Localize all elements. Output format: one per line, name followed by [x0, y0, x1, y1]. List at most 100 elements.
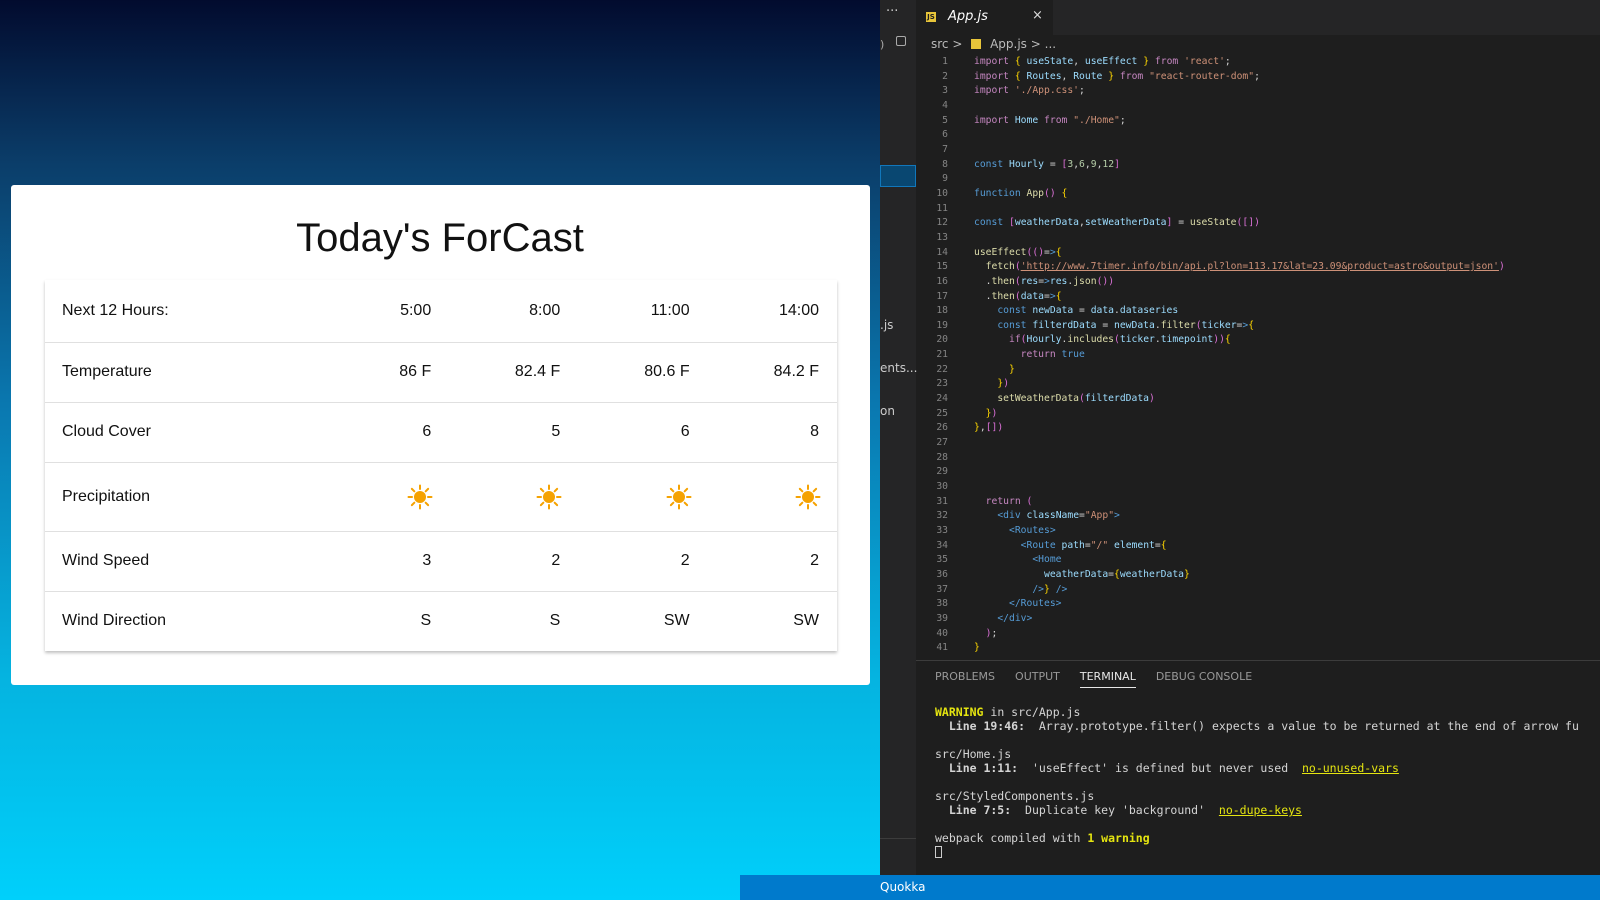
code-line[interactable]: 25 }) — [916, 407, 1600, 422]
code-line[interactable]: 2 import { Routes, Route } from "react-ro… — [916, 70, 1600, 85]
code-line[interactable]: 3 import './App.css'; — [916, 84, 1600, 99]
code-line[interactable]: 27 — [916, 436, 1600, 451]
code-text: <Route path="/" element={ — [1020, 539, 1167, 551]
breadcrumb-more[interactable]: ... — [1045, 37, 1056, 51]
code-line[interactable]: 23 }) — [916, 377, 1600, 392]
table-cell: SW — [663, 612, 690, 630]
code-line[interactable]: 20 if(Hourly.includes(ticker.timepoint))… — [916, 333, 1600, 348]
code-line[interactable]: 36 weatherData={weatherData} — [916, 568, 1600, 583]
compile-status: webpack compiled with — [935, 831, 1088, 845]
line-number: 31 — [936, 495, 948, 507]
code-line[interactable]: 16 .then(res=>res.json()) — [916, 275, 1600, 290]
code-line[interactable]: 28 — [916, 451, 1600, 466]
code-line[interactable]: 12 const [weatherData,setWeatherData] = u… — [916, 216, 1600, 231]
code-line[interactable]: 41} — [916, 641, 1600, 656]
line-number: 38 — [936, 598, 948, 610]
sun-icon — [407, 484, 433, 510]
code-line[interactable]: 31 return ( — [916, 495, 1600, 510]
warning-location: Line 7:5: — [935, 803, 1012, 817]
line-number: 13 — [936, 231, 948, 243]
code-line[interactable]: 1 import { useState, useEffect } from 're… — [916, 55, 1600, 70]
code-line[interactable]: 10 function App() { — [916, 187, 1600, 202]
time-cell: 8:00 — [431, 280, 561, 343]
code-line[interactable]: 11 — [916, 202, 1600, 217]
compile-warning-count: 1 warning — [1087, 831, 1150, 845]
code-line[interactable]: 17 .then(data=>{ — [916, 290, 1600, 305]
lint-rule-link[interactable]: no-unused-vars — [1302, 761, 1399, 775]
table-cell: 3 — [302, 531, 432, 592]
status-bar: Quokka — [740, 875, 1600, 900]
code-line[interactable]: 38 </Routes> — [916, 597, 1600, 612]
warning-message: 'useEffect' is defined but never used — [1018, 761, 1302, 775]
more-actions-icon[interactable]: ··· — [886, 4, 898, 19]
code-area[interactable]: 1 import { useState, useEffect } from 're… — [916, 55, 1600, 656]
line-number: 19 — [936, 319, 948, 331]
code-line[interactable]: 37 />} /> — [916, 583, 1600, 598]
explorer-item-js[interactable]: .js — [880, 318, 893, 332]
code-line[interactable]: 4 — [916, 99, 1600, 114]
refresh-icon[interactable]: ) — [880, 38, 884, 51]
code-line[interactable]: 33 <Routes> — [916, 524, 1600, 539]
line-number: 7 — [942, 143, 948, 155]
explorer-item-json[interactable]: on — [880, 404, 895, 418]
code-line[interactable]: 34 <Route path="/" element={ — [916, 539, 1600, 554]
tab-bar: JS App.js × — [916, 0, 1600, 35]
code-line[interactable]: 5 import Home from "./Home"; — [916, 114, 1600, 129]
code-line[interactable]: 24 setWeatherData(filterdData) — [916, 392, 1600, 407]
breadcrumb-file[interactable]: App.js — [990, 37, 1027, 51]
close-tab-icon[interactable]: × — [1032, 8, 1043, 23]
code-line[interactable]: 14 useEffect(()=>{ — [916, 246, 1600, 261]
terminal-output[interactable]: WARNING in src/App.js Line 19:46: Array.… — [935, 705, 1579, 859]
collapse-all-icon[interactable] — [896, 36, 906, 46]
tab-debug-console[interactable]: DEBUG CONSOLE — [1156, 670, 1252, 687]
code-line[interactable]: 39 </div> — [916, 612, 1600, 627]
code-line[interactable]: 40 ); — [916, 627, 1600, 642]
code-text: const newData = data.dataseries — [997, 305, 1179, 317]
code-text: import { Routes, Route } from "react-rou… — [974, 70, 1260, 82]
code-text: }) — [997, 378, 1010, 390]
line-number: 11 — [936, 202, 948, 214]
row-label: Temperature — [45, 342, 303, 403]
chevron-right-icon: > — [952, 37, 963, 51]
code-line[interactable]: 15 fetch('http://www.7timer.info/bin/api… — [916, 260, 1600, 275]
line-number: 30 — [936, 481, 948, 493]
code-line[interactable]: 35 <Home — [916, 553, 1600, 568]
code-line[interactable]: 19 const filterdData = newData.filter(ti… — [916, 319, 1600, 334]
explorer-item-components[interactable]: ents... — [880, 361, 917, 375]
code-line[interactable]: 29 — [916, 465, 1600, 480]
line-number: 40 — [936, 627, 948, 639]
selected-file-item[interactable] — [880, 165, 916, 187]
table-cell: SW — [793, 612, 819, 630]
javascript-file-icon — [971, 39, 982, 49]
lint-rule-link[interactable]: no-dupe-keys — [1219, 803, 1302, 817]
panel-tabs: PROBLEMS OUTPUT TERMINAL DEBUG CONSOLE — [935, 670, 1272, 688]
tab-terminal[interactable]: TERMINAL — [1079, 670, 1136, 688]
code-line[interactable]: 30 — [916, 480, 1600, 495]
code-text: function App() { — [974, 187, 1068, 199]
table-cell: 84.2 F — [689, 342, 837, 403]
line-number: 32 — [936, 510, 948, 522]
code-line[interactable]: 26},[]) — [916, 421, 1600, 436]
code-text: <Routes> — [1009, 525, 1056, 536]
line-number: 10 — [936, 187, 948, 199]
breadcrumb-folder[interactable]: src — [931, 37, 949, 51]
tab-output[interactable]: OUTPUT — [1015, 670, 1060, 687]
line-number: 41 — [936, 642, 948, 654]
line-number: 21 — [936, 349, 948, 361]
sun-icon — [536, 484, 562, 510]
tab-app-js[interactable]: JS App.js × — [916, 0, 1053, 35]
line-number: 33 — [936, 525, 948, 536]
code-line[interactable]: 18 const newData = data.dataseries — [916, 304, 1600, 319]
code-line[interactable]: 6 — [916, 128, 1600, 143]
tab-problems[interactable]: PROBLEMS — [935, 670, 995, 687]
code-line[interactable]: 9 — [916, 172, 1600, 187]
code-line[interactable]: 21 return true — [916, 348, 1600, 363]
code-line[interactable]: 8 const Hourly = [3,6,9,12] — [916, 158, 1600, 173]
code-line[interactable]: 32 <div className="App"> — [916, 509, 1600, 524]
code-line[interactable]: 7 — [916, 143, 1600, 158]
status-quokka[interactable]: Quokka — [880, 880, 925, 894]
line-number: 4 — [942, 99, 948, 111]
code-text: .then(res=>res.json()) — [974, 275, 1115, 287]
code-line[interactable]: 13 — [916, 231, 1600, 246]
code-line[interactable]: 22 } — [916, 363, 1600, 378]
